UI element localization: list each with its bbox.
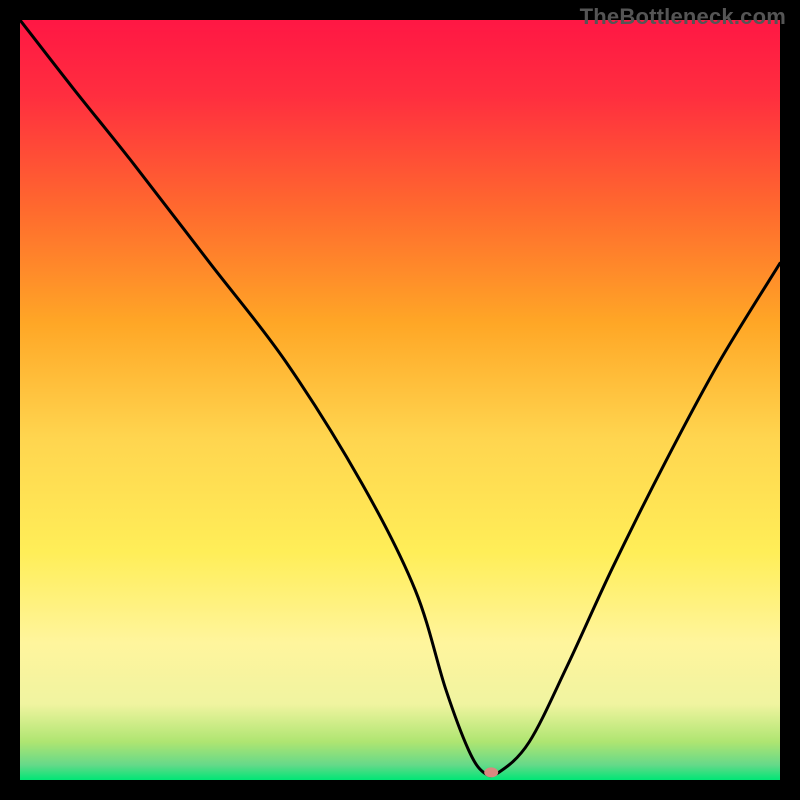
optimal-point-marker	[484, 767, 498, 777]
chart-plot-area	[20, 20, 780, 780]
watermark-text: TheBottleneck.com	[580, 4, 786, 30]
chart-svg	[20, 20, 780, 780]
chart-background	[20, 20, 780, 780]
